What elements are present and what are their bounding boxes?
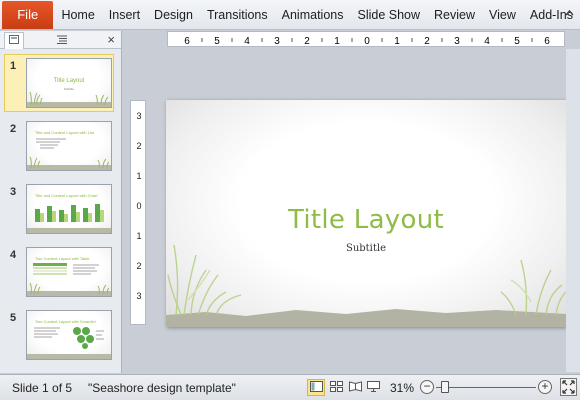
slide-show-button[interactable] — [364, 379, 382, 396]
slide-thumbnail-5[interactable]: 5 Two Content Layout with SmartArt — [0, 308, 122, 366]
ruler-label: 3 — [136, 291, 142, 301]
tab-home[interactable]: Home — [53, 8, 101, 22]
ruler-label: 1 — [136, 231, 142, 241]
ruler-label: 4 — [244, 36, 250, 47]
tab-design[interactable]: Design — [147, 8, 200, 22]
outline-view-icon — [56, 35, 68, 47]
ruler-label: 3 — [454, 36, 460, 47]
status-bar: Slide 1 of 5 "Seashore design template" … — [0, 374, 580, 400]
vertical-scrollbar[interactable] — [566, 49, 580, 372]
outline-tab[interactable] — [52, 32, 72, 49]
slides-view-icon — [9, 35, 19, 47]
ruler-label: 3 — [274, 36, 280, 47]
ribbon-tab-bar: File Home Insert Design Transitions Anim… — [0, 0, 580, 30]
ruler-label: 5 — [214, 36, 220, 47]
ruler-label: 4 — [484, 36, 490, 47]
thumb-title: Title and Content Layout with Chart — [35, 193, 98, 198]
slides-panel: × 1 Title Layout Subtitle 2 Title and Co… — [0, 31, 122, 373]
fit-to-window-button[interactable] — [560, 378, 577, 396]
slide-number: 1 — [10, 60, 17, 72]
ruler-label: 5 — [514, 36, 520, 47]
zoom-slider-track[interactable] — [436, 387, 536, 388]
slide-preview: Title Layout Subtitle — [26, 58, 112, 108]
grass-graphic — [29, 156, 41, 168]
grass-graphic — [97, 284, 109, 294]
ruler-label: 1 — [334, 36, 340, 47]
ruler-ticks: 6 5 4 3 2 1 0 1 2 3 4 5 6 — [184, 36, 550, 47]
horizontal-ruler[interactable]: 6 5 4 3 2 1 0 1 2 3 4 5 6 — [167, 31, 565, 47]
ruler-label: 0 — [364, 36, 370, 47]
tab-view[interactable]: View — [482, 8, 523, 22]
grass-graphic — [95, 94, 109, 105]
thumb-title: Two Content Layout with SmartArt — [35, 319, 96, 324]
table-graphic — [33, 263, 99, 275]
slide-number: 5 — [10, 312, 17, 324]
ground-strip — [27, 228, 111, 233]
slide-thumbnail-4[interactable]: 4 Two Content Layout with Table — [0, 245, 122, 303]
ruler-label: 3 — [136, 111, 142, 121]
ruler-label: 2 — [304, 36, 310, 47]
tab-transitions[interactable]: Transitions — [200, 8, 275, 22]
zoom-in-button[interactable]: + — [538, 380, 552, 394]
tab-review[interactable]: Review — [427, 8, 482, 22]
slide-number: 2 — [10, 123, 17, 135]
vertical-ruler[interactable]: 3 2 1 0 1 2 3 — [130, 100, 146, 325]
grass-graphic — [29, 282, 41, 294]
slides-panel-header: × — [0, 31, 121, 49]
slide-preview: Two Content Layout with Table — [26, 247, 112, 297]
tab-animations[interactable]: Animations — [275, 8, 351, 22]
reading-view-button[interactable] — [346, 379, 364, 396]
theme-name[interactable]: "Seashore design template" — [88, 381, 236, 395]
thumb-title: Title Layout — [53, 78, 85, 84]
close-icon[interactable]: × — [107, 32, 115, 47]
ribbon-tabs: Home Insert Design Transitions Animation… — [53, 8, 580, 22]
ruler-label: 0 — [136, 201, 142, 211]
bar-chart-graphic — [35, 204, 104, 222]
file-tab[interactable]: File — [2, 0, 54, 29]
fit-to-window-icon — [561, 380, 576, 398]
thumb-title: Title and Content Layout with List — [35, 130, 94, 135]
slide-indicator: Slide 1 of 5 — [12, 381, 73, 395]
slide-thumbnail-3[interactable]: 3 Title and Content Layout with Chart — [0, 182, 122, 240]
bullet-list-graphic — [36, 138, 66, 149]
ruler-label: 2 — [136, 261, 142, 271]
normal-view-icon — [309, 380, 323, 395]
slide-preview: Title and Content Layout with List — [26, 121, 112, 171]
zoom-slider-thumb[interactable] — [441, 381, 449, 393]
thumb-title: Two Content Layout with Table — [35, 256, 90, 261]
reading-view-icon — [348, 380, 362, 395]
slide-preview: Title and Content Layout with Chart — [26, 184, 112, 234]
smartart-graphic — [34, 327, 104, 349]
ruler-label: 6 — [184, 36, 190, 47]
ruler-label: 1 — [136, 171, 142, 181]
ribbon-expand-icon[interactable] — [565, 9, 574, 18]
slide-sorter-button[interactable] — [327, 379, 345, 396]
grass-graphic — [97, 158, 109, 168]
slides-tab[interactable] — [4, 32, 24, 49]
tab-insert[interactable]: Insert — [102, 8, 147, 22]
slide-number: 3 — [10, 186, 17, 198]
slide-sorter-icon — [329, 380, 343, 395]
ruler-label: 2 — [424, 36, 430, 47]
zoom-out-button[interactable]: − — [420, 380, 434, 394]
slide-number: 4 — [10, 249, 17, 261]
slide-canvas[interactable]: Title Layout Subtitle — [166, 100, 566, 327]
zoom-level[interactable]: 31% — [390, 381, 414, 395]
ground-strip — [27, 354, 111, 359]
slide-thumbnail-2[interactable]: 2 Title and Content Layout with List — [0, 119, 122, 177]
ruler-label: 2 — [136, 141, 142, 151]
normal-view-button[interactable] — [307, 379, 325, 396]
ruler-label: 6 — [544, 36, 550, 47]
tab-slide-show[interactable]: Slide Show — [350, 8, 427, 22]
seashore-grass-graphic — [166, 244, 566, 327]
slide-thumbnail-1[interactable]: 1 Title Layout Subtitle — [0, 54, 122, 114]
ruler-label: 1 — [394, 36, 400, 47]
slide-show-icon — [366, 380, 380, 395]
grass-graphic — [29, 91, 43, 105]
slide-preview: Two Content Layout with SmartArt — [26, 310, 112, 360]
